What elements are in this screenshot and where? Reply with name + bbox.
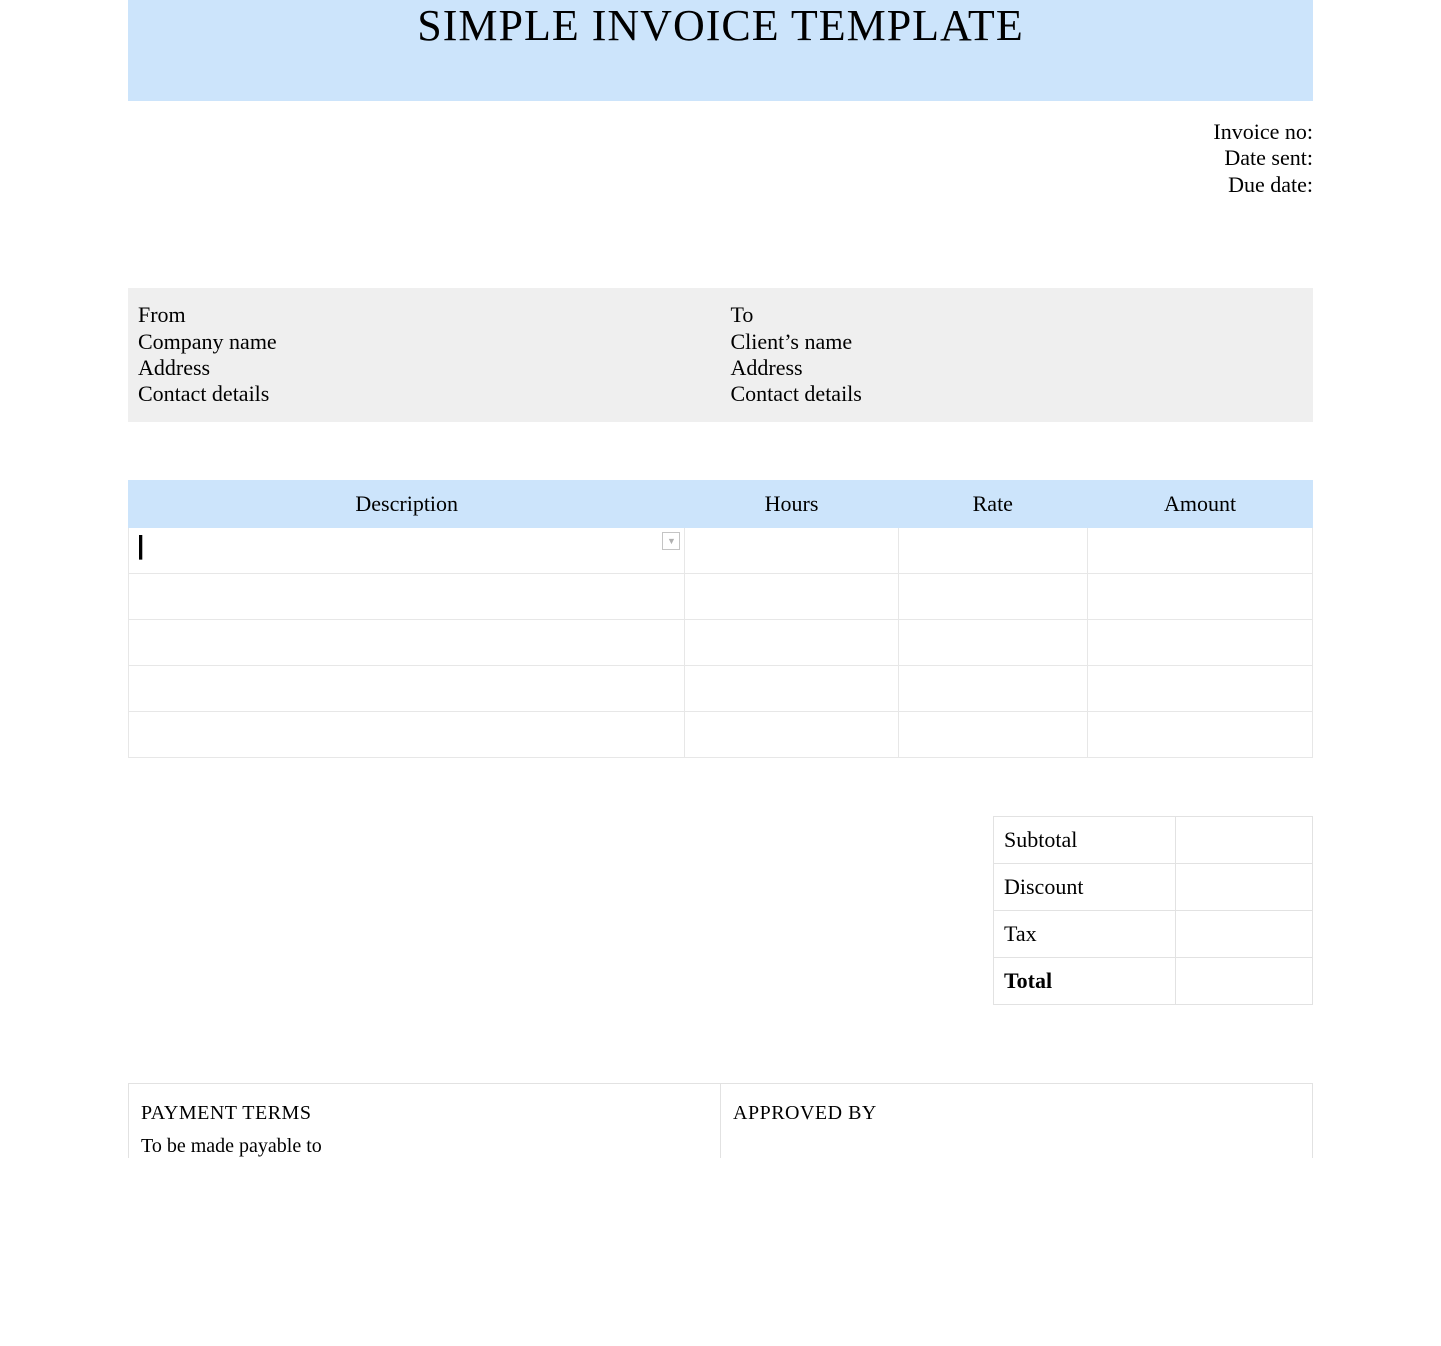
total-value[interactable] [1175,957,1312,1004]
line-items-table: Description Hours Rate Amount | ▼ [128,480,1313,758]
dropdown-icon[interactable]: ▼ [662,532,680,550]
cell-hours[interactable] [685,527,898,573]
cell-rate[interactable] [898,527,1087,573]
to-address: Address [731,355,1304,381]
col-amount: Amount [1088,480,1313,527]
tax-label: Tax [994,910,1176,957]
text-cursor: | [137,530,144,560]
cell-rate[interactable] [898,711,1087,757]
approved-by-block: APPROVED BY [720,1083,1313,1158]
totals-table: Subtotal Discount Tax Total [993,816,1313,1005]
invoice-no-line: Invoice no: [128,119,1313,145]
discount-label: Discount [994,863,1176,910]
cell-amount[interactable] [1088,573,1313,619]
to-block: To Client’s name Address Contact details [721,288,1314,422]
cell-amount[interactable] [1088,619,1313,665]
table-row [129,573,1313,619]
discount-value[interactable] [1175,863,1312,910]
cell-description[interactable] [129,665,685,711]
total-label: Total [994,957,1176,1004]
subtotal-label: Subtotal [994,816,1176,863]
payment-terms-block: PAYMENT TERMS To be made payable to [128,1083,720,1158]
cell-hours[interactable] [685,665,898,711]
cell-hours[interactable] [685,573,898,619]
col-rate: Rate [898,480,1087,527]
col-hours: Hours [685,480,898,527]
from-block: From Company name Address Contact detail… [128,288,721,422]
page-title: SIMPLE INVOICE TEMPLATE [128,0,1313,101]
from-heading: From [138,302,711,328]
subtotal-value[interactable] [1175,816,1312,863]
to-heading: To [731,302,1304,328]
from-company: Company name [138,329,711,355]
cell-description[interactable] [129,573,685,619]
payment-terms-heading: PAYMENT TERMS [141,1102,708,1125]
payment-terms-line: To be made payable to [141,1135,708,1158]
cell-rate[interactable] [898,619,1087,665]
cell-amount[interactable] [1088,711,1313,757]
to-contact: Contact details [731,381,1304,407]
footer-block: PAYMENT TERMS To be made payable to APPR… [128,1083,1313,1158]
col-description: Description [129,480,685,527]
table-row [129,619,1313,665]
to-client: Client’s name [731,329,1304,355]
cell-description[interactable] [129,619,685,665]
cell-description[interactable]: | ▼ [129,527,685,573]
table-row [129,711,1313,757]
cell-description[interactable] [129,711,685,757]
tax-value[interactable] [1175,910,1312,957]
cell-rate[interactable] [898,573,1087,619]
invoice-meta: Invoice no: Date sent: Due date: [128,119,1313,198]
table-row: | ▼ [129,527,1313,573]
cell-amount[interactable] [1088,665,1313,711]
approved-by-heading: APPROVED BY [733,1102,1300,1125]
due-date-line: Due date: [128,172,1313,198]
date-sent-line: Date sent: [128,145,1313,171]
cell-hours[interactable] [685,711,898,757]
cell-rate[interactable] [898,665,1087,711]
from-address: Address [138,355,711,381]
cell-hours[interactable] [685,619,898,665]
from-contact: Contact details [138,381,711,407]
from-to-block: From Company name Address Contact detail… [128,288,1313,422]
cell-amount[interactable] [1088,527,1313,573]
table-row [129,665,1313,711]
